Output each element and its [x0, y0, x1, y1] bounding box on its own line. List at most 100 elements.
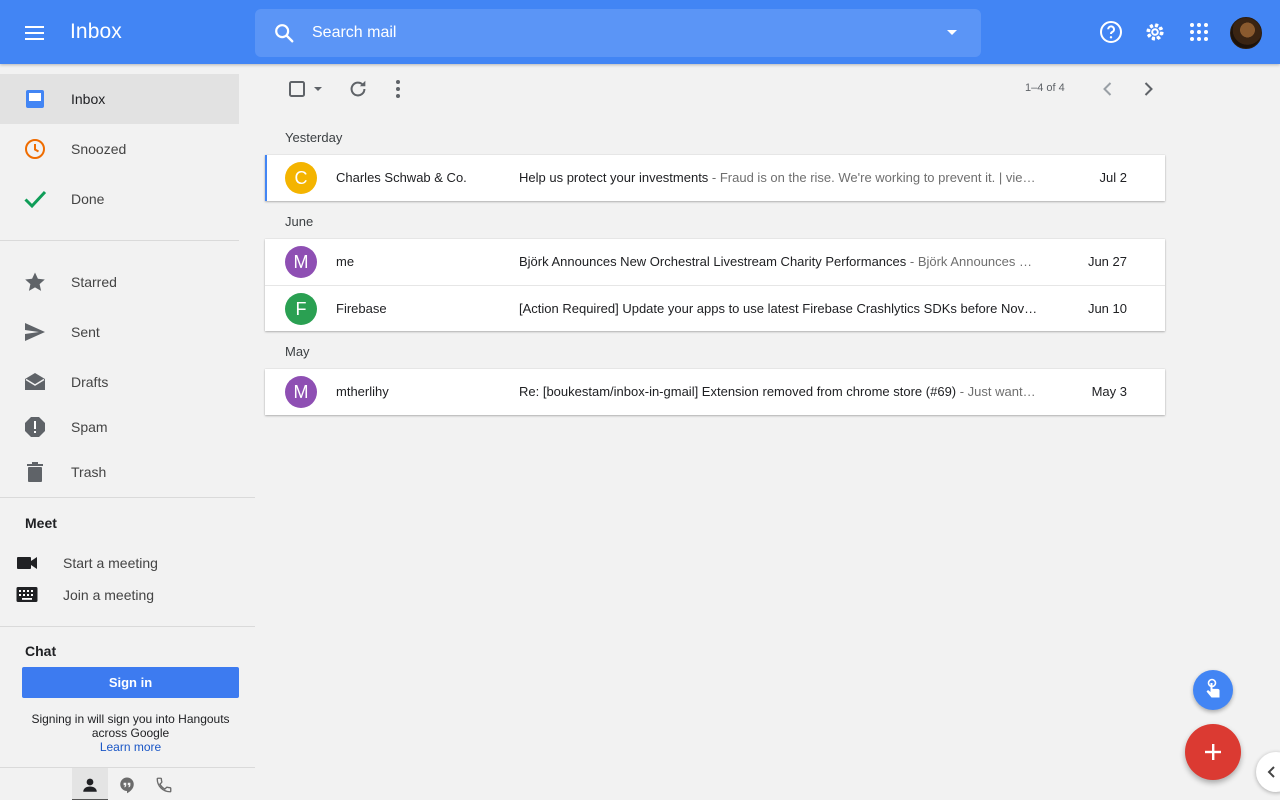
start-meeting-label: Start a meeting — [63, 555, 158, 571]
chat-section-title: Chat — [25, 643, 57, 659]
mail-date: Jun 27 — [1087, 254, 1127, 269]
chat-sign-in-button[interactable]: Sign in — [22, 667, 239, 698]
side-panel-toggle[interactable] — [1256, 752, 1280, 792]
meet-section-title: Meet — [25, 515, 57, 531]
mail-date: May 3 — [1091, 384, 1127, 399]
keyboard-icon — [16, 587, 38, 602]
sidebar-item-label: Starred — [71, 274, 117, 290]
inbox-icon — [26, 90, 44, 108]
mail-row[interactable]: C Charles Schwab & Co. Help us protect y… — [265, 155, 1165, 201]
mail-sender: Firebase — [336, 301, 387, 316]
chevron-left-icon — [1267, 766, 1275, 778]
mail-date: Jul 2 — [1099, 170, 1127, 185]
mail-sender: Charles Schwab & Co. — [336, 170, 467, 185]
mail-sender: mtherlihy — [336, 384, 389, 399]
sidebar-item-label: Sent — [71, 324, 100, 340]
reminder-fab[interactable] — [1193, 670, 1233, 710]
more-options-icon[interactable] — [386, 78, 410, 100]
sidebar-item-starred[interactable]: Starred — [0, 257, 239, 307]
start-meeting-item[interactable]: Start a meeting — [0, 549, 239, 577]
group-label-yesterday: Yesterday — [285, 130, 343, 145]
mail-snippet: - Fraud is on the rise. We're working to… — [708, 170, 1036, 185]
search-options-caret-icon[interactable] — [947, 30, 957, 35]
sidebar-divider — [0, 497, 255, 498]
learn-more-link[interactable]: Learn more — [22, 740, 239, 754]
sender-avatar: M — [285, 246, 317, 278]
plus-icon — [1205, 744, 1221, 760]
mail-subject: Re: [boukestam/inbox-in-gmail] Extension… — [519, 384, 957, 399]
chevron-right-icon[interactable] — [1139, 79, 1157, 99]
sidebar-item-label: Drafts — [71, 374, 109, 390]
sidebar-item-label: Trash — [71, 464, 107, 480]
sidebar-item-label: Spam — [71, 419, 108, 435]
person-icon — [83, 778, 97, 792]
chat-tabs — [0, 767, 255, 800]
sidebar-divider — [0, 240, 239, 241]
send-icon — [25, 323, 45, 341]
help-icon[interactable] — [1099, 20, 1123, 44]
compose-fab[interactable] — [1185, 724, 1241, 780]
video-camera-icon — [17, 557, 37, 569]
sidebar-item-inbox[interactable]: Inbox — [0, 74, 239, 124]
chevron-left-icon[interactable] — [1099, 79, 1117, 99]
pagination-label: 1–4 of 4 — [1025, 82, 1065, 94]
mail-row[interactable]: F Firebase [Action Required] Update your… — [265, 285, 1165, 331]
contacts-tab[interactable] — [72, 768, 108, 800]
mail-subject: Björk Announces New Orchestral Livestrea… — [519, 254, 907, 269]
refresh-icon[interactable] — [347, 78, 369, 100]
phone-tab[interactable] — [146, 768, 182, 800]
phone-icon — [156, 777, 172, 793]
search-input[interactable]: Search mail — [255, 9, 981, 57]
mail-subject-line: [Action Required] Update your apps to us… — [519, 301, 1042, 316]
mail-group-yesterday: C Charles Schwab & Co. Help us protect y… — [265, 155, 1165, 201]
sidebar-item-spam[interactable]: Spam — [0, 402, 239, 452]
app-header: Inbox Search mail — [0, 0, 1280, 64]
sender-avatar: C — [285, 162, 317, 194]
conversations-tab[interactable] — [109, 768, 145, 800]
hangouts-icon — [120, 777, 134, 794]
sidebar-item-label: Snoozed — [71, 141, 127, 157]
account-avatar[interactable] — [1230, 17, 1262, 49]
mail-subject-line: Björk Announces New Orchestral Livestrea… — [519, 254, 1042, 269]
mail-snippet: - Just want… — [956, 384, 1036, 399]
sidebar-item-drafts[interactable]: Drafts — [0, 357, 239, 407]
sidebar-item-done[interactable]: Done — [0, 174, 239, 224]
checkbox-icon — [289, 81, 322, 97]
search-icon — [275, 24, 294, 43]
clock-icon — [25, 139, 45, 159]
chat-sign-in-note: Signing in will sign you into Hangouts a… — [22, 712, 239, 754]
mail-subject: Help us protect your investments — [519, 170, 709, 185]
spam-icon — [25, 417, 45, 437]
trash-icon — [27, 462, 43, 482]
mail-group-june: M me Björk Announces New Orchestral Live… — [265, 239, 1165, 331]
group-label-may: May — [285, 344, 310, 359]
mail-subject-line: Re: [boukestam/inbox-in-gmail] Extension… — [519, 384, 1042, 399]
settings-icon[interactable] — [1143, 20, 1167, 44]
group-label-june: June — [285, 214, 314, 229]
apps-grid-icon[interactable] — [1187, 20, 1211, 44]
mail-row[interactable]: M me Björk Announces New Orchestral Live… — [265, 239, 1165, 285]
mail-row[interactable]: M mtherlihy Re: [boukestam/inbox-in-gmai… — [265, 369, 1165, 415]
menu-icon[interactable] — [22, 20, 48, 46]
search-placeholder: Search mail — [312, 24, 397, 41]
mail-date: Jun 10 — [1087, 301, 1127, 316]
app-title: Inbox — [70, 20, 122, 43]
sidebar: Inbox Snoozed Done Starred Sent Drafts S… — [0, 64, 255, 800]
mail-subject-line: Help us protect your investments - Fraud… — [519, 170, 1042, 185]
mail-subject: [Action Required] Update your apps to us… — [519, 301, 1038, 316]
join-meeting-item[interactable]: Join a meeting — [0, 581, 239, 609]
sidebar-divider — [0, 626, 255, 627]
sidebar-item-snoozed[interactable]: Snoozed — [0, 124, 239, 174]
sender-avatar: M — [285, 376, 317, 408]
mail-snippet: - Björk Announces … — [906, 254, 1032, 269]
check-icon — [24, 190, 47, 209]
sidebar-item-sent[interactable]: Sent — [0, 307, 239, 357]
star-icon — [25, 272, 45, 291]
mail-sender: me — [336, 254, 355, 269]
sender-avatar: F — [285, 293, 317, 325]
sidebar-item-trash[interactable]: Trash — [0, 447, 239, 497]
join-meeting-label: Join a meeting — [63, 587, 155, 603]
select-all-checkbox[interactable] — [286, 79, 326, 99]
sidebar-item-label: Done — [71, 191, 105, 207]
touch-hand-icon — [1206, 678, 1220, 698]
